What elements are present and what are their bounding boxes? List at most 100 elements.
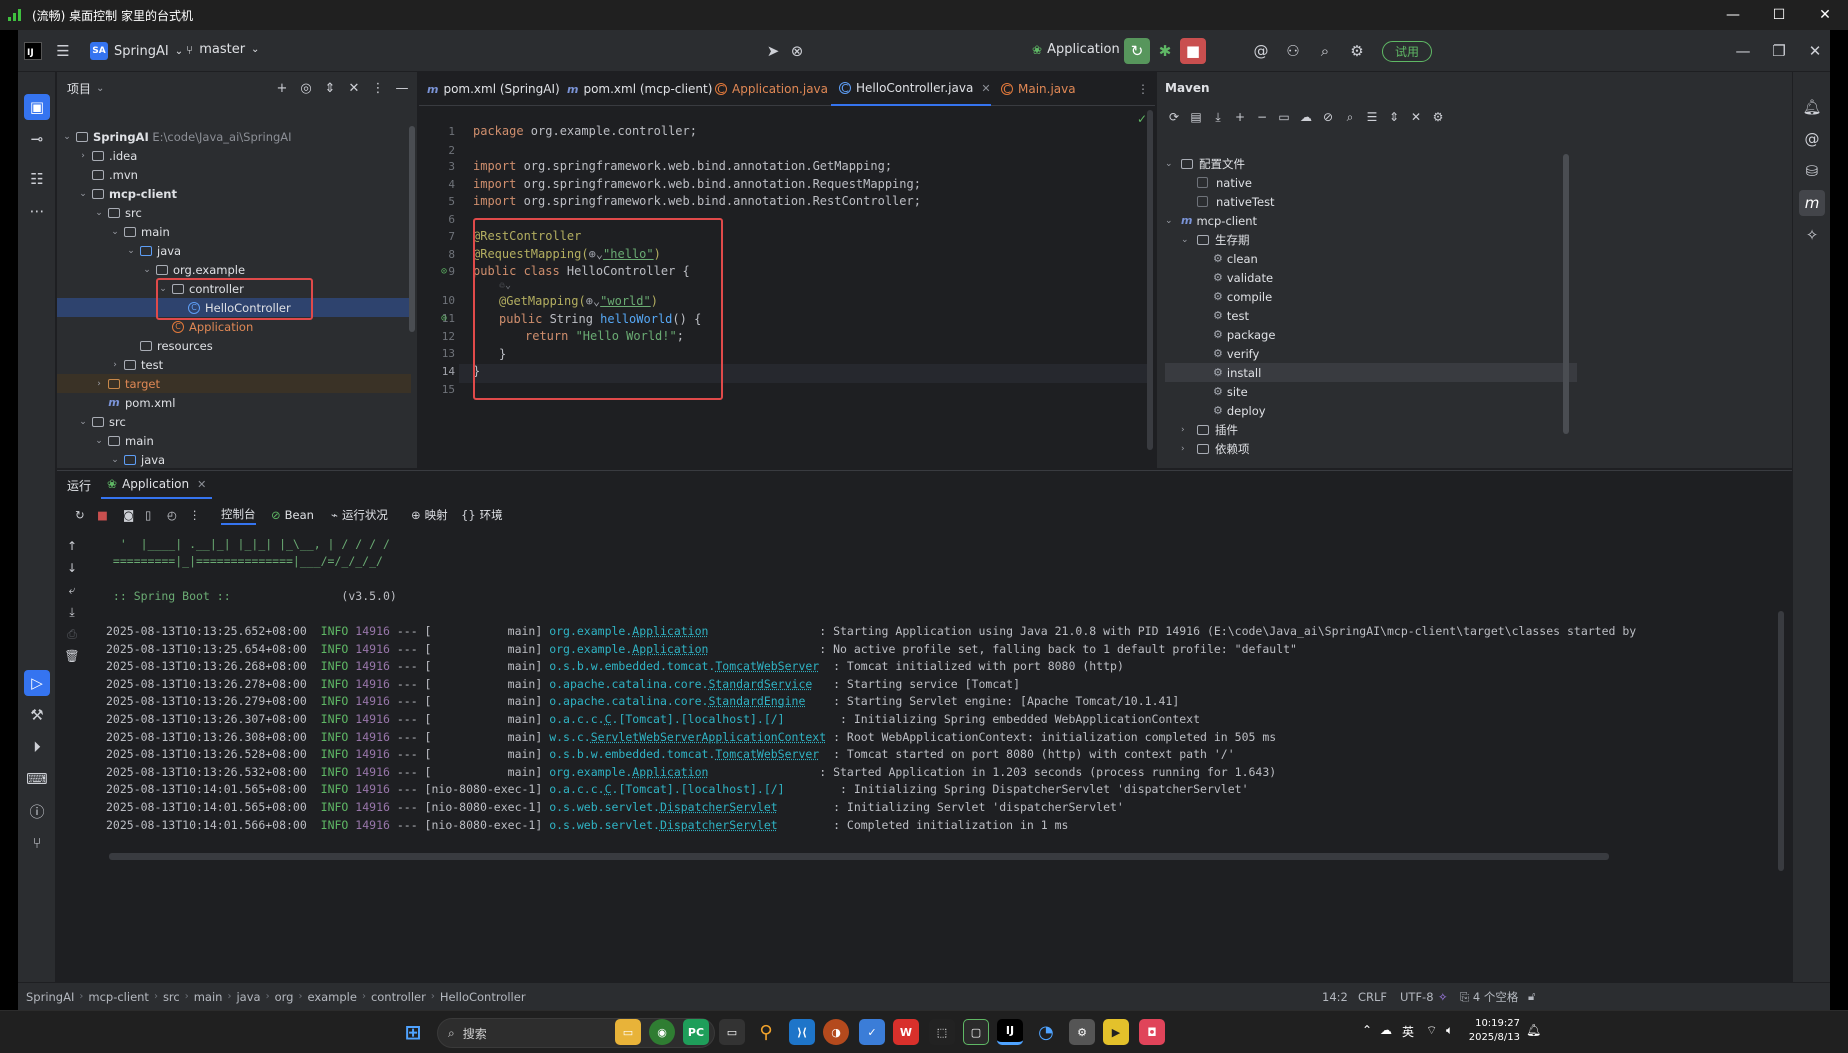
tab-main-java[interactable]: C Main.java [993, 72, 1076, 106]
maven-lifecycle[interactable]: ⌄ 生存期 [1157, 230, 1792, 249]
tree-item-test[interactable]: › test [57, 355, 411, 374]
project-selector[interactable]: SA SpringAI ⌄ [90, 42, 183, 60]
reload-icon[interactable]: ⟳ [1165, 108, 1183, 126]
close-button[interactable]: ✕ [1802, 0, 1848, 30]
tray-chevron-icon[interactable]: ⌃ [1362, 1023, 1372, 1037]
chevron-right-icon[interactable]: › [77, 151, 89, 161]
browser-icon[interactable]: ◑ [823, 1019, 849, 1045]
project-tool-icon[interactable]: ▣ [24, 94, 50, 120]
settings-gear-icon[interactable]: ⚙ [1344, 38, 1370, 64]
network-icon[interactable]: ☁ [1380, 1023, 1392, 1037]
tree-item-resources[interactable]: resources [57, 336, 411, 355]
run-tool-icon[interactable]: ▷ [24, 670, 50, 696]
tab-health[interactable]: ⌁ 运行状况 [331, 505, 388, 525]
options-icon[interactable]: ⋮ [369, 78, 387, 98]
notion-icon[interactable]: ⬚ [929, 1019, 955, 1045]
maven-goal-site[interactable]: ⚙ site [1157, 382, 1792, 401]
breadcrumb-item[interactable]: main [194, 990, 223, 1004]
maven-goal-install[interactable]: ⚙ install [1165, 363, 1577, 382]
maven-profile-native[interactable]: native [1157, 173, 1792, 192]
xiaohongshu-icon[interactable]: ◘ [1139, 1019, 1165, 1045]
restore-layout-icon[interactable]: ◴ [167, 505, 177, 525]
add-icon[interactable]: + [273, 78, 291, 98]
volume-icon[interactable]: 🔈︎ [1446, 1023, 1453, 1038]
close-tab-icon[interactable]: ✕ [197, 478, 206, 491]
chevron-down-icon[interactable]: ⌄ [109, 455, 121, 465]
debug-icon[interactable]: ✱ [1152, 38, 1178, 64]
breadcrumb-item[interactable]: java [236, 990, 260, 1004]
maximize-button[interactable]: ☐ [1756, 0, 1802, 30]
chevron-down-icon[interactable]: ⌄ [93, 208, 105, 218]
soft-wrap-icon[interactable]: ⤶ [63, 581, 81, 599]
intellij-logo-icon[interactable]: IJ [24, 42, 42, 60]
tree-item-springai[interactable]: ⌄ SpringAI E:\code\Java_ai\SpringAI [57, 127, 411, 146]
maven-dependencies[interactable]: › 依赖项 [1157, 439, 1792, 458]
scrollbar[interactable] [409, 126, 415, 332]
tab-environment[interactable]: {} 环境 [461, 505, 503, 525]
add-folder-icon[interactable]: ▤ [1187, 108, 1205, 126]
maven-goal-clean[interactable]: ⚙ clean [1157, 249, 1792, 268]
caret-position[interactable]: 14:2 [1322, 990, 1348, 1004]
maven-goal-deploy[interactable]: ⚙ deploy [1157, 401, 1792, 420]
breadcrumb-item[interactable]: mcp-client [88, 990, 149, 1004]
minimize-button[interactable]: — [1710, 0, 1756, 30]
chevron-down-icon[interactable]: ⌄ [1165, 216, 1177, 226]
breadcrumb-item[interactable]: src [163, 990, 180, 1004]
spring-mapping-gutter-icon[interactable]: ⊙ [441, 313, 447, 324]
lifecycle-icon[interactable]: ☰ [1363, 108, 1381, 126]
chevron-down-icon[interactable]: ⌄ [1165, 159, 1177, 169]
ide-restore-button[interactable]: ❐ [1766, 38, 1792, 64]
vscode-icon[interactable]: ⟩⟨ [789, 1019, 815, 1045]
dump-icon[interactable]: ▯ [145, 505, 151, 525]
maven-goal-compile[interactable]: ⚙ compile [1157, 287, 1792, 306]
editor-scrollbar[interactable] [1147, 110, 1153, 450]
chevron-down-icon[interactable]: ⌄ [77, 417, 89, 427]
terminal-icon[interactable]: ▭ [719, 1019, 745, 1045]
ime-indicator[interactable]: 英 [1402, 1023, 1414, 1040]
scroll-to-end-icon[interactable]: ⤓ [63, 603, 81, 621]
breadcrumb-item[interactable]: HelloController [440, 990, 526, 1004]
maven-profile-nativetest[interactable]: nativeTest [1157, 192, 1792, 211]
intellij-taskbar-icon[interactable]: IJ [997, 1019, 1023, 1045]
search-icon[interactable]: ⌕ [1312, 38, 1338, 64]
notifications-icon[interactable]: 🔔︎ [1799, 94, 1825, 120]
clear-all-icon[interactable]: 🗑︎ [63, 647, 81, 665]
chevron-right-icon[interactable]: › [109, 360, 121, 370]
rerun-icon[interactable]: ↻ [75, 505, 85, 525]
tree-item-main[interactable]: ⌄ main [57, 431, 411, 450]
offline-icon[interactable]: ☁ [1297, 108, 1315, 126]
trial-button[interactable]: 试用 [1382, 41, 1433, 62]
chrome-icon[interactable]: ◉ [649, 1019, 675, 1045]
branch-selector[interactable]: ⑂ master ⌄ [186, 42, 259, 57]
breadcrumb-item[interactable]: controller [371, 990, 426, 1004]
tab-pom-mcp-client[interactable]: m pom.xml (mcp-client) [559, 72, 712, 106]
todo-icon[interactable]: ◔ [1033, 1019, 1059, 1045]
spring-bean-gutter-icon[interactable]: ⊙ [441, 266, 447, 277]
tab-pom-springai[interactable]: m pom.xml (SpringAI) [419, 72, 560, 106]
scroll-down-icon[interactable]: ↓ [63, 559, 81, 577]
scroll-up-icon[interactable]: ↑ [63, 537, 81, 555]
potplayer-icon[interactable]: ▶ [1103, 1019, 1129, 1045]
tree-item-main[interactable]: ⌄ main [57, 222, 411, 241]
ide-minimize-button[interactable]: — [1730, 38, 1756, 64]
line-separator[interactable]: CRLF [1358, 990, 1387, 1004]
tab-application-java[interactable]: C Application.java [707, 72, 828, 106]
tab-options-icon[interactable]: ⋮ [1129, 72, 1149, 106]
file-explorer-icon[interactable]: ▭ [615, 1019, 641, 1045]
chevron-down-icon[interactable]: ⌄ [125, 246, 137, 256]
close-tab-icon[interactable]: ✕ [981, 82, 990, 95]
stop-icon[interactable]: ■ [1180, 38, 1206, 64]
remote-close-icon[interactable]: ⊗ [784, 38, 810, 64]
database-icon[interactable]: ⛁ [1799, 158, 1825, 184]
problems-tool-icon[interactable]: ⓘ [24, 798, 50, 824]
maven-project-mcp-client[interactable]: ⌄ m mcp-client [1157, 211, 1792, 230]
locate-icon[interactable]: ◎ [297, 78, 315, 98]
breadcrumb-item[interactable]: example [307, 990, 357, 1004]
chevron-right-icon[interactable]: › [93, 379, 105, 389]
print-icon[interactable]: ⎙ [63, 625, 81, 643]
skip-tests-icon[interactable]: ⊘ [1319, 108, 1337, 126]
add-user-icon[interactable]: ⚇ [1280, 38, 1306, 64]
app-icon[interactable]: ✓ [859, 1019, 885, 1045]
commit-tool-icon[interactable]: ⊸ [24, 126, 50, 152]
notification-bell-icon[interactable]: 🔔︎ [1526, 1023, 1541, 1037]
